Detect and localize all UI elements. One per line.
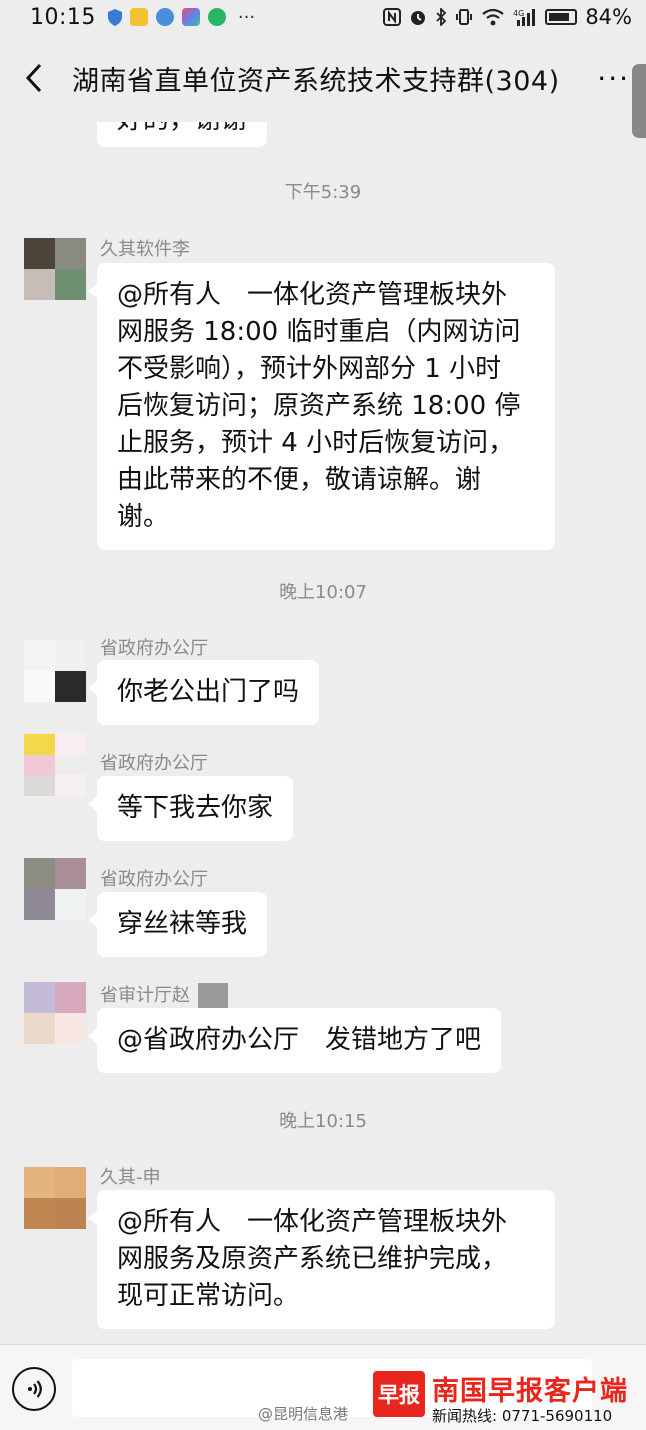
avatar-tile: [24, 775, 55, 796]
redaction-block: [198, 983, 228, 1009]
system-icons: 4G 84%: [383, 5, 632, 29]
avatar-tile: [24, 1167, 55, 1198]
input-bar: @昆明信息港 早报 南国早报客户端 新闻热线: 0771-5690110: [0, 1344, 646, 1430]
brand-hotline: 新闻热线: 0771-5690110: [432, 1407, 613, 1425]
more-notifications-icon: ···: [237, 6, 256, 28]
avatar[interactable]: [24, 640, 86, 702]
message-line: @所有人 一体化资产管理板块外: [117, 1207, 508, 1237]
avatar-tile: [24, 754, 55, 776]
bluetooth-icon: [436, 8, 447, 26]
message-line: @所有人 一体化资产管理板块外: [117, 280, 508, 310]
avatar[interactable]: [24, 734, 86, 796]
avatar-tile: [24, 982, 55, 1013]
message-line: 网服务 18:00 临时重启（内网访问: [117, 317, 521, 347]
avatar-tile: [55, 269, 86, 300]
message-line: 不受影响），预计外网部分 1 小时: [117, 354, 502, 384]
back-arrow-icon: [25, 63, 42, 93]
alarm-icon: [411, 11, 426, 25]
avatar-tile: [55, 1198, 86, 1229]
timestamp: 下午5:39: [284, 182, 362, 203]
message-text: 好的，谢谢: [117, 122, 247, 135]
4g-signal-icon: 4G: [513, 9, 536, 26]
avatar-tile: [24, 1198, 55, 1229]
brand-name: 南国早报客户端: [432, 1376, 628, 1407]
sender-name: 省政府办公厅: [100, 753, 208, 774]
avatar-tile: [24, 238, 55, 269]
avatar-tile: [24, 734, 55, 755]
chat-header: 湖南省直单位资产系统技术支持群(304) ···: [0, 34, 646, 138]
avatar-tile: [55, 775, 86, 796]
message-bubble[interactable]: 等下我去你家: [87, 776, 294, 841]
avatar-tile: [55, 1167, 86, 1198]
weibo-watermark: @昆明信息港: [258, 1405, 349, 1423]
status-bar: 10:15 ··· 4G 84%: [0, 0, 646, 34]
avatar-tile: [24, 671, 55, 702]
avatar-tile: [55, 734, 86, 755]
avatar[interactable]: [24, 982, 86, 1044]
more-options-button[interactable]: ···: [597, 62, 630, 95]
sender-name: 省审计厅赵: [100, 981, 228, 1009]
vibrate-icon: [456, 9, 473, 25]
message-text: 等下我去你家: [117, 793, 274, 823]
avatar-tile: [55, 858, 86, 889]
avatar-tile: [55, 1013, 86, 1044]
message-line: 止服务，预计 4 小时后恢复访问，: [117, 428, 515, 458]
avatar-tile: [24, 858, 55, 889]
avatar-tile: [55, 982, 86, 1013]
back-button[interactable]: [6, 48, 62, 108]
app-icon-square: [181, 8, 200, 26]
status-time: 10:15: [30, 4, 96, 30]
avatar-tile: [55, 671, 86, 702]
battery-icon: [545, 9, 578, 25]
message-bubble[interactable]: @所有人 一体化资产管理板块外 网服务 18:00 临时重启（内网访问 不受影响…: [88, 263, 555, 550]
message-bubble-partial[interactable]: 好的，谢谢: [97, 122, 268, 147]
svg-text:4G: 4G: [513, 9, 524, 18]
avatar[interactable]: [24, 1167, 86, 1229]
timestamp: 晚上10:07: [279, 582, 367, 603]
message-bubble[interactable]: @所有人 一体化资产管理板块外 网服务及原资产系统已维护完成， 现可正常访问。: [88, 1190, 555, 1329]
message-line: 由此带来的不便，敬请谅解。谢: [117, 465, 482, 495]
message-line: 谢。: [117, 502, 170, 532]
sender-name: 省政府办公厅: [100, 869, 208, 890]
sender-name: 省政府办公厅: [100, 638, 208, 659]
nfc-icon: [383, 8, 402, 26]
message-bubble[interactable]: 你老公出门了吗: [87, 660, 320, 725]
avatar-tile: [24, 1013, 55, 1044]
message-list[interactable]: 好的，谢谢 下午5:39 久其软件李 @所有人 一体化资产管理板块外 网服务 1…: [0, 122, 646, 1344]
chat-title: 湖南省直单位资产系统技术支持群(304): [72, 65, 560, 97]
sender-name: 久其软件李: [100, 239, 190, 260]
app-icon-yellow: [129, 8, 148, 26]
message-line: 网服务及原资产系统已维护完成，: [117, 1244, 508, 1274]
avatar-tile: [55, 640, 86, 671]
message-line: 现可正常访问。: [117, 1281, 300, 1311]
avatar-tile: [55, 754, 86, 776]
message-text: 你老公出门了吗: [117, 677, 300, 707]
voice-icon: [28, 1380, 42, 1398]
avatar-tile: [24, 640, 55, 671]
timestamp: 晚上10:15: [279, 1111, 367, 1132]
brand-logo: 早报: [373, 1371, 425, 1417]
message-text: 穿丝袜等我: [117, 909, 248, 939]
avatar-tile: [55, 889, 86, 920]
avatar[interactable]: [24, 238, 86, 300]
message-bubble[interactable]: @省政府办公厅 发错地方了吧: [87, 1008, 502, 1073]
notification-icons: ···: [107, 6, 256, 28]
avatar-tile: [24, 889, 55, 920]
message-bubble[interactable]: 穿丝袜等我: [87, 892, 268, 957]
voice-button[interactable]: [12, 1367, 56, 1411]
sender-name-text: 省审计厅赵: [100, 985, 190, 1006]
wifi-icon: [482, 8, 504, 26]
app-icon-green: [207, 8, 226, 26]
avatar-tile: [55, 238, 86, 269]
battery-percent: 84%: [585, 5, 632, 29]
app-icon-blue: [155, 8, 174, 26]
message-line: 后恢复访问；原资产系统 18:00 停: [117, 391, 521, 421]
avatar-tile: [24, 269, 55, 300]
sender-name: 久其-申: [100, 1167, 161, 1188]
message-text: @省政府办公厅 发错地方了吧: [117, 1025, 482, 1055]
avatar[interactable]: [24, 858, 86, 920]
shield-icon: [107, 8, 122, 26]
